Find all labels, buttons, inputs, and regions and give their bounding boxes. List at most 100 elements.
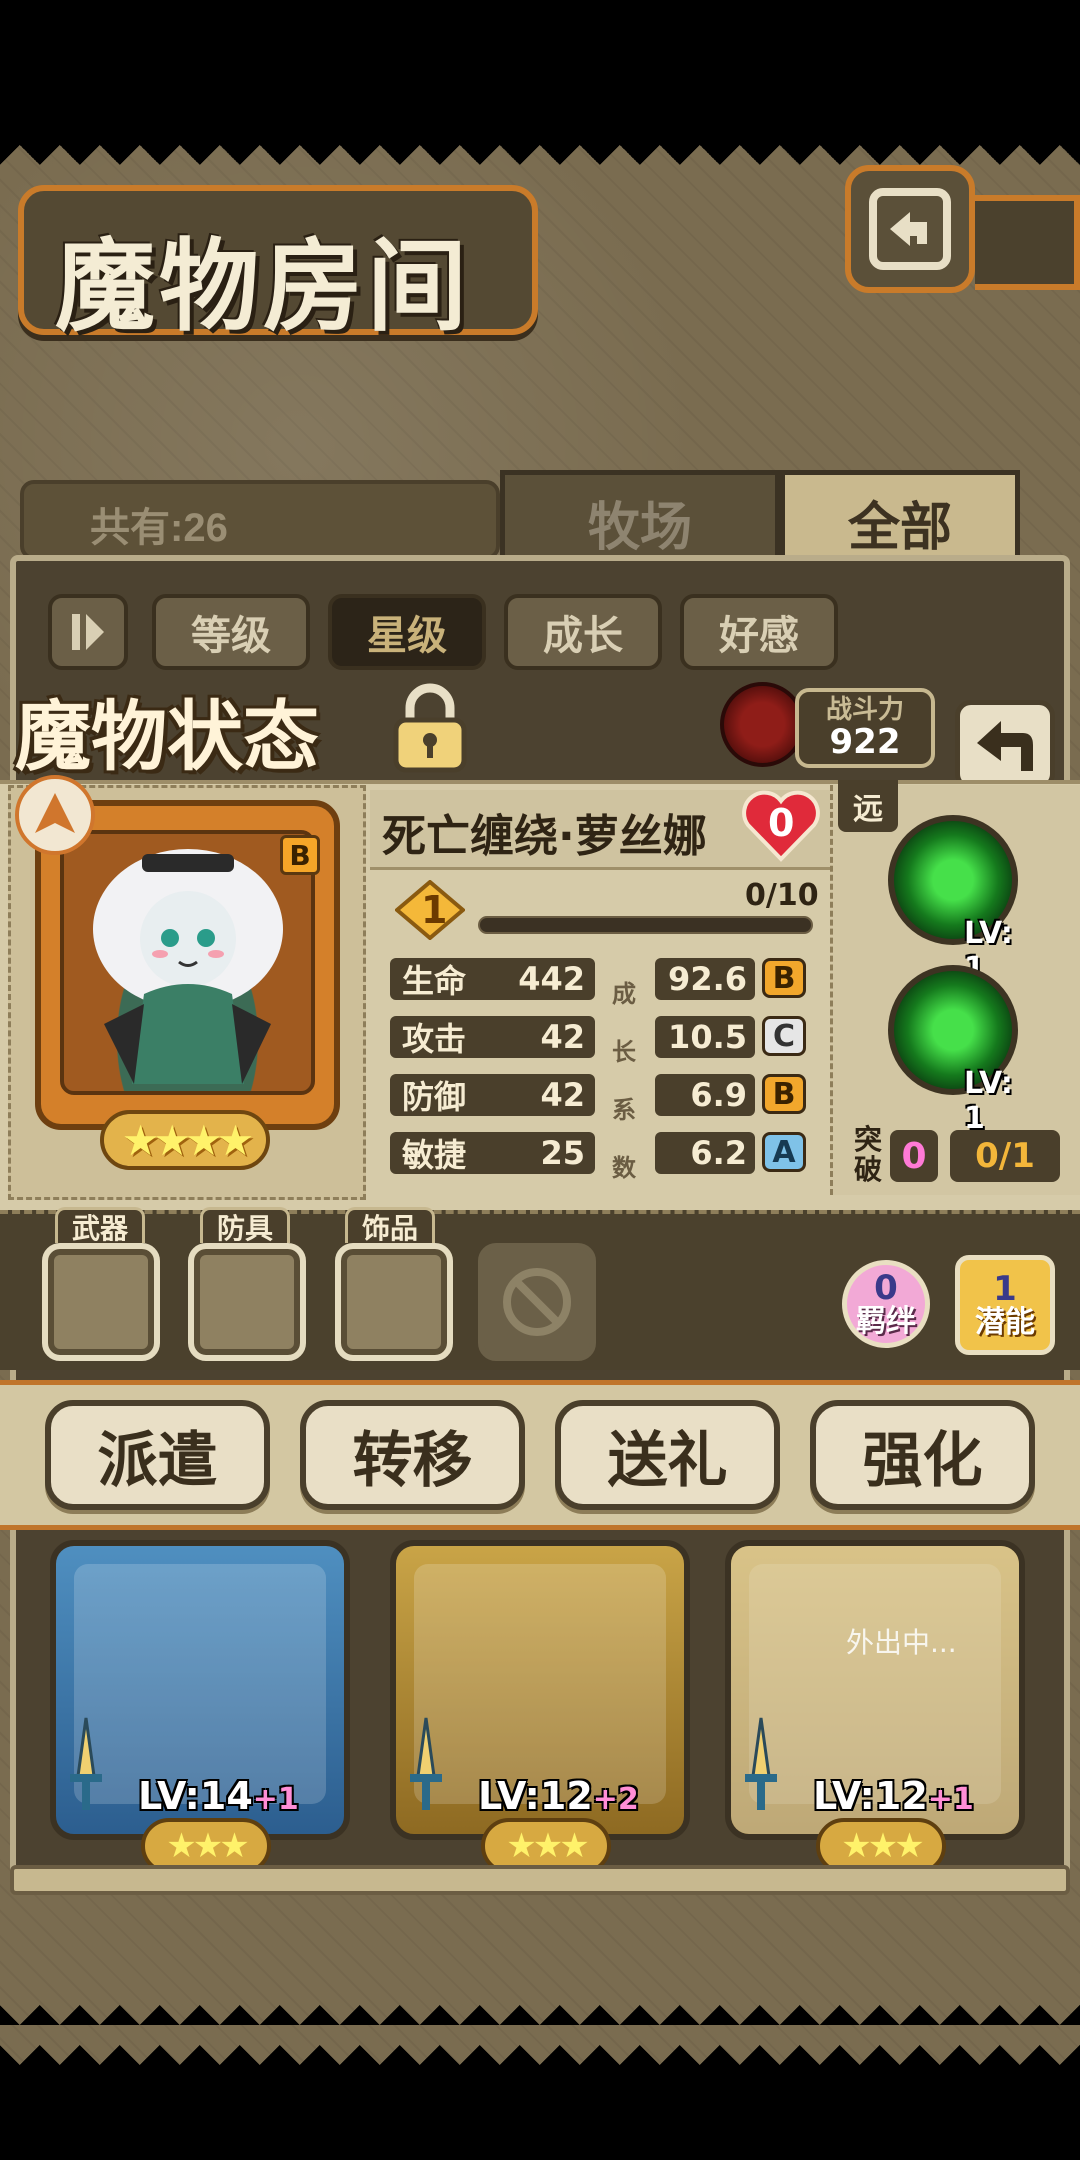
stat-agility: 敏捷 25 — [390, 1132, 595, 1174]
sort-star[interactable]: 星级 — [328, 594, 486, 670]
stat-defense-value: 42 — [540, 1076, 585, 1114]
card-level-plus: +2 — [592, 1782, 639, 1817]
bond-button[interactable]: 0 羁绊 — [842, 1260, 930, 1348]
dispatch-badge — [15, 775, 95, 855]
sort-growth-label: 成长 — [543, 613, 623, 659]
card-portrait — [414, 1564, 666, 1804]
lock-button[interactable] — [390, 680, 470, 775]
grade-badge: B — [280, 835, 320, 875]
sort-level[interactable]: 等级 — [152, 594, 310, 670]
armor-slot-label: 防具 — [200, 1207, 290, 1245]
growth-grade-attack: C — [762, 1016, 806, 1056]
skill-1[interactable]: LV: 1 — [888, 815, 1018, 986]
enhance-button-label: 强化 — [862, 1425, 983, 1496]
stat-hp: 生命 442 — [390, 958, 595, 1000]
tab-all-label: 全部 — [847, 498, 952, 558]
growth-grade-hp: B — [762, 958, 806, 998]
sort-level-label: 等级 — [191, 613, 271, 659]
sort-affection-label: 好感 — [719, 613, 799, 659]
dispatch-button[interactable]: 派遣 — [45, 1400, 270, 1510]
dispatch-arrow-icon — [35, 793, 75, 833]
growth-label-char: 系 — [612, 1096, 636, 1124]
monster-portrait[interactable] — [60, 830, 315, 1095]
growth-label-char: 长 — [612, 1038, 636, 1066]
stat-agility-label: 敏捷 — [402, 1136, 467, 1174]
monster-card[interactable]: 外出中... LV:12+1 ★★★ — [725, 1540, 1025, 1874]
accessory-slot[interactable] — [335, 1243, 453, 1361]
card-level: LV:12+1 — [813, 1774, 974, 1818]
growth-coefficient-label: 成 长 系 数 — [612, 965, 636, 1197]
growth-grade-defense: B — [762, 1074, 806, 1114]
growth-defense: 6.9 — [655, 1074, 755, 1116]
sort-affection[interactable]: 好感 — [680, 594, 838, 670]
card-level: LV:12+2 — [478, 1774, 639, 1818]
weapon-slot[interactable] — [42, 1243, 160, 1361]
bottom-border — [0, 2005, 1080, 2065]
card-level-plus: +1 — [252, 1782, 299, 1817]
bond-label: 羁绊 — [856, 1304, 916, 1339]
combat-power-label: 战斗力 — [825, 695, 904, 725]
card-portrait — [74, 1564, 326, 1804]
transfer-button[interactable]: 转移 — [300, 1400, 525, 1510]
sort-filter-bar: 等级 星级 成长 好感 — [40, 590, 1040, 680]
bond-value: 0 — [874, 1268, 898, 1308]
sort-growth[interactable]: 成长 — [504, 594, 662, 670]
potential-label: 潜能 — [975, 1305, 1035, 1340]
xp-bar — [478, 916, 813, 934]
enhance-button[interactable]: 强化 — [810, 1400, 1035, 1510]
locked-slot — [478, 1243, 596, 1361]
monster-card[interactable]: LV:14+1 ★★★ — [50, 1540, 350, 1874]
breakthrough-count: 0 — [890, 1130, 938, 1182]
weapon-slot-label: 武器 — [55, 1207, 145, 1245]
card-level-plus: +1 — [927, 1782, 974, 1817]
growth-attack: 10.5 — [655, 1016, 755, 1058]
away-status: 外出中... — [846, 1626, 957, 1659]
card-level-text: LV:12 — [813, 1774, 928, 1818]
growth-agility: 6.2 — [655, 1132, 755, 1174]
stat-defense-label: 防御 — [402, 1078, 467, 1116]
page-title: 魔物房间 — [55, 227, 471, 345]
breakthrough-progress[interactable]: 0/1 — [950, 1130, 1060, 1182]
affection-value: 0 — [768, 801, 795, 845]
range-tag: 远 — [838, 780, 898, 832]
gift-button-label: 送礼 — [607, 1425, 728, 1496]
breakthrough-label: 突破 — [853, 1123, 882, 1186]
potential-button[interactable]: 1 潜能 — [955, 1255, 1055, 1355]
gift-button[interactable]: 送礼 — [555, 1400, 780, 1510]
stat-attack-value: 42 — [540, 1018, 585, 1056]
stat-attack: 攻击 42 — [390, 1016, 595, 1058]
stat-attack-label: 攻击 — [402, 1020, 467, 1058]
fire-element-icon — [720, 682, 805, 767]
owned-count: 共有:26 — [90, 506, 228, 550]
level-badge: 1 — [393, 879, 467, 941]
skill-2-level: LV: 1 — [964, 1066, 1013, 1136]
potential-value: 1 — [993, 1269, 1017, 1309]
star-rating: ★★★★ — [100, 1110, 270, 1170]
xp-text: 0/10 — [745, 878, 819, 913]
forbidden-icon — [503, 1268, 571, 1336]
stat-defense: 防御 42 — [390, 1074, 595, 1116]
affection-heart[interactable]: 0 — [740, 785, 822, 865]
monster-illustration — [93, 849, 283, 1084]
level-value: 1 — [421, 888, 448, 932]
growth-label-char: 数 — [612, 1154, 636, 1182]
growth-hp: 92.6 — [655, 958, 755, 1000]
monster-card[interactable]: LV:12+2 ★★★ — [390, 1540, 690, 1874]
card-level-text: LV:12 — [478, 1774, 593, 1818]
transfer-button-label: 转移 — [352, 1425, 473, 1496]
sort-order-toggle[interactable] — [48, 594, 128, 670]
status-back-button[interactable] — [955, 700, 1055, 790]
status-title: 魔物状态 — [15, 692, 319, 781]
stat-agility-value: 25 — [540, 1134, 585, 1172]
sort-star-label: 星级 — [367, 613, 447, 659]
skill-2[interactable]: LV: 1 — [888, 965, 1018, 1136]
card-level-text: LV:14 — [138, 1774, 253, 1818]
combat-power-value: 922 — [829, 722, 901, 762]
dispatch-button-label: 派遣 — [97, 1425, 218, 1496]
armor-slot[interactable] — [188, 1243, 306, 1361]
card-level: LV:14+1 — [138, 1774, 299, 1818]
stat-hp-value: 442 — [518, 960, 585, 998]
return-arrow-icon — [869, 188, 951, 270]
growth-label-char: 成 — [612, 980, 636, 1008]
back-button[interactable] — [845, 165, 975, 293]
